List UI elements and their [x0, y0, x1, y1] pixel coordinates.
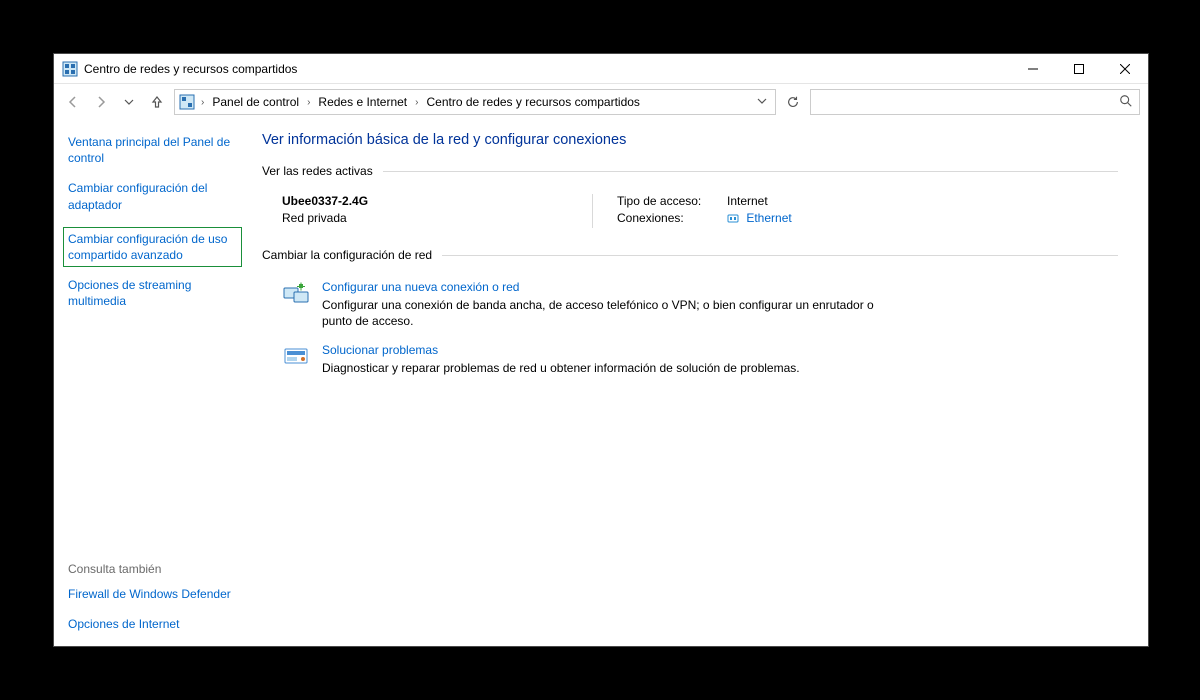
active-networks-heading: Ver las redes activas: [262, 164, 1118, 178]
window-title: Centro de redes y recursos compartidos: [84, 62, 1010, 76]
breadcrumb-root[interactable]: Panel de control: [210, 93, 301, 111]
task-new-connection: Configurar una nueva conexión o red Conf…: [262, 274, 1118, 337]
task-troubleshoot-link[interactable]: Solucionar problemas: [322, 343, 800, 357]
breadcrumb-leaf[interactable]: Centro de redes y recursos compartidos: [425, 93, 642, 111]
active-networks-label: Ver las redes activas: [262, 164, 373, 178]
sidebar: Ventana principal del Panel de control C…: [54, 120, 250, 646]
ethernet-icon: [727, 212, 739, 224]
connections-label: Conexiones:: [617, 211, 727, 225]
sidebar-firewall-link[interactable]: Firewall de Windows Defender: [68, 586, 240, 602]
task-troubleshoot-desc: Diagnosticar y reparar problemas de red …: [322, 360, 800, 376]
divider: [442, 255, 1118, 256]
active-network-row: Ubee0337-2.4G Red privada Tipo de acceso…: [262, 190, 1118, 248]
forward-button[interactable]: [90, 91, 112, 113]
page-title: Ver información básica de la red y confi…: [262, 132, 1118, 148]
network-center-icon: [62, 61, 78, 77]
history-dropdown[interactable]: [118, 91, 140, 113]
sidebar-adapter-link[interactable]: Cambiar configuración del adaptador: [68, 180, 240, 212]
see-also-heading: Consulta también: [68, 562, 240, 576]
address-dropdown[interactable]: [753, 96, 771, 109]
change-settings-heading: Cambiar la configuración de red: [262, 248, 1118, 262]
breadcrumb-chevron[interactable]: ›: [303, 97, 314, 108]
address-bar: › Panel de control › Redes e Internet › …: [54, 84, 1148, 120]
minimize-button[interactable]: [1010, 54, 1056, 83]
network-details: Tipo de acceso: Internet Conexiones: Eth…: [617, 194, 792, 228]
search-box[interactable]: [810, 89, 1140, 115]
back-button[interactable]: [62, 91, 84, 113]
network-center-icon: [179, 94, 195, 110]
change-settings-label: Cambiar la configuración de red: [262, 248, 432, 262]
network-identity: Ubee0337-2.4G Red privada: [282, 194, 592, 228]
vertical-divider: [592, 194, 593, 228]
maximize-button[interactable]: [1056, 54, 1102, 83]
breadcrumb-chevron[interactable]: ›: [411, 97, 422, 108]
troubleshoot-icon: [282, 345, 310, 369]
sidebar-internet-options-link[interactable]: Opciones de Internet: [68, 616, 240, 632]
address-box[interactable]: › Panel de control › Redes e Internet › …: [174, 89, 776, 115]
network-name: Ubee0337-2.4G: [282, 194, 592, 208]
refresh-button[interactable]: [782, 91, 804, 113]
access-type-value: Internet: [727, 194, 768, 208]
content-area: Ver información básica de la red y confi…: [250, 120, 1148, 646]
new-connection-icon: [282, 282, 310, 306]
window-body: Ventana principal del Panel de control C…: [54, 120, 1148, 646]
task-troubleshoot: Solucionar problemas Diagnosticar y repa…: [262, 337, 1118, 384]
sidebar-streaming-link[interactable]: Opciones de streaming multimedia: [68, 277, 240, 309]
titlebar: Centro de redes y recursos compartidos: [54, 54, 1148, 84]
connection-link[interactable]: Ethernet: [746, 211, 791, 225]
up-button[interactable]: [146, 91, 168, 113]
access-type-label: Tipo de acceso:: [617, 194, 727, 208]
search-icon[interactable]: [1119, 94, 1133, 111]
close-button[interactable]: [1102, 54, 1148, 83]
network-type: Red privada: [282, 211, 592, 225]
window-controls: [1010, 54, 1148, 83]
control-panel-window: Centro de redes y recursos compartidos: [53, 53, 1149, 647]
sidebar-home-link[interactable]: Ventana principal del Panel de control: [68, 134, 240, 166]
breadcrumb-chevron[interactable]: ›: [197, 97, 208, 108]
task-new-connection-desc: Configurar una conexión de banda ancha, …: [322, 297, 882, 329]
task-new-connection-link[interactable]: Configurar una nueva conexión o red: [322, 280, 882, 294]
sidebar-sharing-link[interactable]: Cambiar configuración de uso compartido …: [63, 227, 242, 267]
divider: [383, 171, 1118, 172]
breadcrumb-mid[interactable]: Redes e Internet: [316, 93, 409, 111]
search-input[interactable]: [817, 94, 1119, 110]
